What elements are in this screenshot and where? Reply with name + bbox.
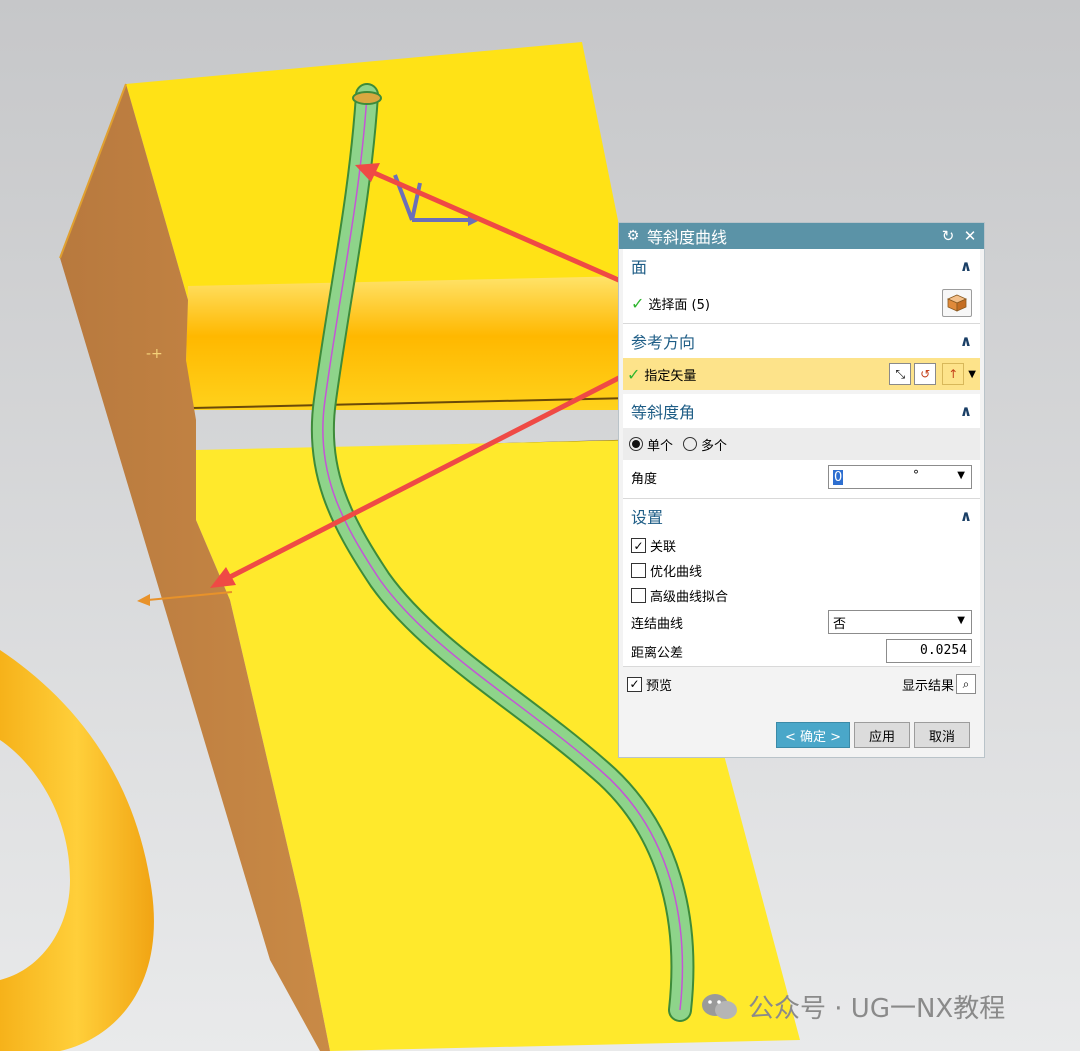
angle-input[interactable]: 0 ° ▼ xyxy=(828,465,972,489)
specify-vector-label: 指定矢量 xyxy=(644,368,697,384)
preview-checkbox[interactable]: ✓ xyxy=(627,676,642,692)
join-curves-row: 连结曲线 否 ▼ xyxy=(623,608,980,636)
join-curves-value: 否 xyxy=(833,616,847,632)
reverse-direction-icon[interactable]: ↺ xyxy=(914,363,937,385)
watermark-text: 公众号 · UG一NX教程 xyxy=(748,994,1006,1024)
associative-row[interactable]: ✓ 关联 xyxy=(623,533,980,558)
chevron-up-icon[interactable]: ∧ xyxy=(960,332,972,350)
distance-tol-label: 距离公差 xyxy=(631,645,684,661)
chevron-down-icon[interactable]: ▼ xyxy=(968,369,976,380)
chevron-down-icon[interactable]: ▼ xyxy=(957,470,965,481)
reset-icon[interactable]: ↻ xyxy=(940,227,956,245)
join-curves-select[interactable]: 否 ▼ xyxy=(828,610,972,634)
apply-button[interactable]: 应用 xyxy=(854,722,910,748)
select-face-row[interactable]: ✓ 选择面 (5) xyxy=(623,283,980,323)
angle-value[interactable]: 0 xyxy=(833,469,844,485)
distance-tol-input[interactable]: 0.0254 xyxy=(886,639,972,663)
face-section: 面 ∧ ✓ 选择面 (5) xyxy=(623,249,980,324)
slope-angle-section: 等斜度角 ∧ xyxy=(623,394,980,428)
join-curves-label: 连结曲线 xyxy=(631,616,684,632)
advanced-fit-checkbox[interactable] xyxy=(631,588,646,603)
angle-label: 角度 xyxy=(631,471,658,487)
optimize-curve-checkbox[interactable] xyxy=(631,563,646,578)
ref-direction-label: 参考方向 xyxy=(631,333,696,352)
select-face-label: 选择面 (5) xyxy=(648,297,710,313)
check-icon: ✓ xyxy=(627,364,641,384)
settings-section: 设置 ∧ ✓ 关联 优化曲线 高级曲线拟合 连结曲线 否 ▼ 距离公差 0.02… xyxy=(623,499,980,667)
gear-icon[interactable]: ⚙ xyxy=(625,228,641,244)
vector-type-icon[interactable]: ↑ xyxy=(942,363,965,385)
vector-dialog-icon[interactable]: ⤡ xyxy=(889,363,912,385)
isocline-curve-dialog: ⚙ 等斜度曲线 ↻ ✕ 面 ∧ ✓ 选择面 (5) 参考方向 ∧ ✓ 指定矢量 … xyxy=(618,222,985,758)
slope-angle-label: 等斜度角 xyxy=(631,403,696,422)
preview-row: ✓ 预览 显示结果 ⌕ xyxy=(619,669,984,699)
settings-label: 设置 xyxy=(631,508,664,527)
face-section-header[interactable]: 面 ∧ xyxy=(623,249,980,283)
watermark: 公众号 · UG一NX教程 xyxy=(700,988,1005,1025)
chevron-up-icon[interactable]: ∧ xyxy=(960,402,972,420)
advanced-fit-row[interactable]: 高级曲线拟合 xyxy=(623,583,980,608)
groove-face xyxy=(186,276,632,410)
radio-multiple-label: 多个 xyxy=(701,438,728,454)
face-section-label: 面 xyxy=(631,258,648,277)
show-result-label: 显示结果 xyxy=(901,678,954,694)
dialog-title: 等斜度曲线 xyxy=(647,228,728,247)
advanced-fit-label: 高级曲线拟合 xyxy=(650,590,729,605)
radio-single[interactable] xyxy=(629,437,643,451)
ref-direction-header[interactable]: 参考方向 ∧ xyxy=(623,324,980,358)
chevron-down-icon[interactable]: ▼ xyxy=(957,615,965,626)
associative-label: 关联 xyxy=(650,540,677,555)
preview-label: 预览 xyxy=(646,678,673,694)
optimize-curve-label: 优化曲线 xyxy=(650,565,703,580)
angle-row: 角度 0 ° ▼ xyxy=(623,460,980,494)
angle-unit: ° xyxy=(913,468,919,482)
wechat-icon xyxy=(700,992,740,1022)
radio-multiple[interactable] xyxy=(683,437,698,451)
angle-mode-radio-group: 单个 多个 xyxy=(623,428,980,460)
distance-tol-row: 距离公差 0.0254 xyxy=(623,636,980,666)
dialog-titlebar[interactable]: ⚙ 等斜度曲线 ↻ ✕ xyxy=(619,223,984,249)
associative-checkbox[interactable]: ✓ xyxy=(631,538,646,553)
optimize-curve-row[interactable]: 优化曲线 xyxy=(623,558,980,583)
settings-header[interactable]: 设置 ∧ xyxy=(623,499,980,533)
radio-single-label: 单个 xyxy=(647,438,674,454)
svg-text:-+: -+ xyxy=(146,346,163,362)
slope-angle-header[interactable]: 等斜度角 ∧ xyxy=(623,394,980,428)
chevron-up-icon[interactable]: ∧ xyxy=(960,507,972,525)
ref-direction-section: 参考方向 ∧ xyxy=(623,324,980,358)
face-select-button[interactable] xyxy=(942,289,972,317)
block-top-face xyxy=(126,42,632,300)
check-icon: ✓ xyxy=(631,293,645,313)
show-result-button[interactable]: 显示结果 ⌕ xyxy=(902,674,976,694)
ok-button[interactable]: < 确定 > xyxy=(775,722,850,748)
face-cube-icon xyxy=(947,294,967,312)
magnifier-icon[interactable]: ⌕ xyxy=(956,674,976,694)
dialog-buttons: < 确定 > 应用 取消 xyxy=(775,722,970,748)
chevron-up-icon[interactable]: ∧ xyxy=(960,257,972,275)
specify-vector-row[interactable]: ✓ 指定矢量 ⤡ ↺ ↑ ▼ xyxy=(623,358,980,390)
close-icon[interactable]: ✕ xyxy=(962,227,978,245)
cancel-button[interactable]: 取消 xyxy=(914,722,970,748)
